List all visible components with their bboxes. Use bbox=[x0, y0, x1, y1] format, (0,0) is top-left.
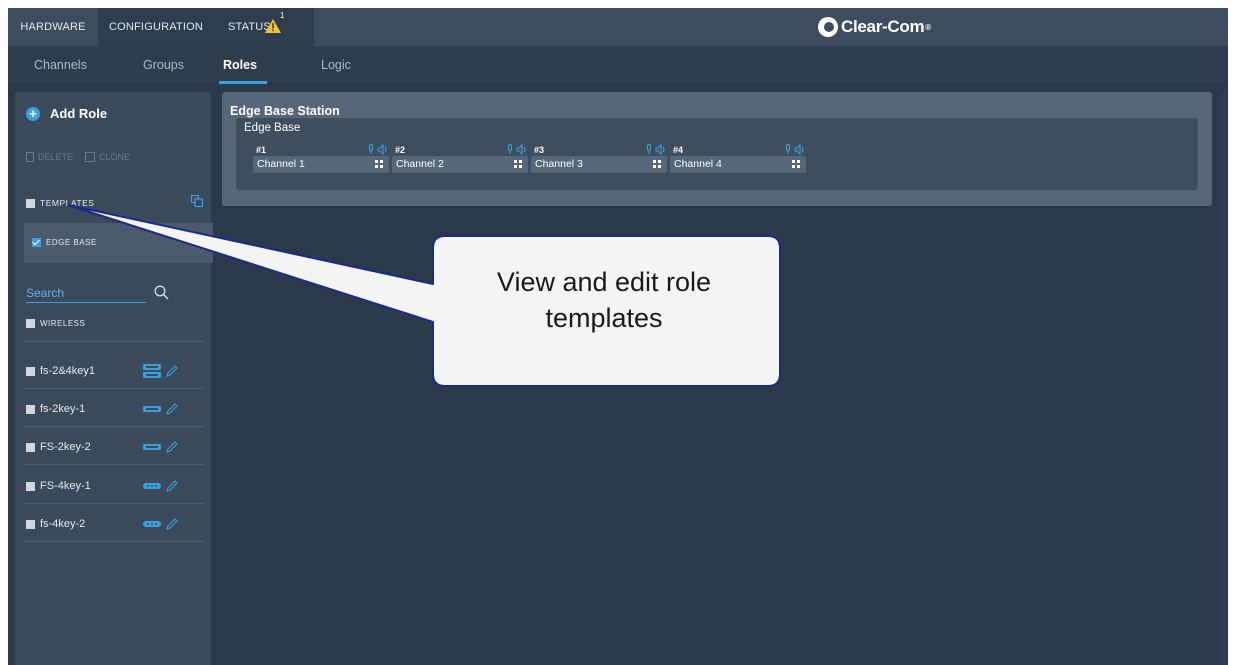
callout-line-1: View and edit role bbox=[496, 267, 712, 297]
callout-line-2: templates bbox=[545, 303, 663, 333]
callout-text: View and edit role templates bbox=[429, 264, 779, 336]
